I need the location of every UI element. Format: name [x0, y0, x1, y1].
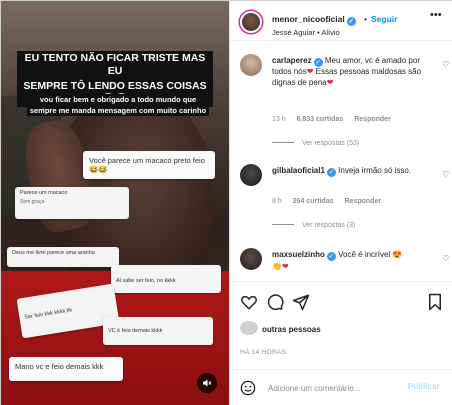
hate-message-text: Mano vc e feio demais kkk — [15, 362, 104, 371]
comments-list: carlaperez ✓ Meu amor, vc é amado por tod… — [230, 42, 452, 278]
comment-meta: 13 h 6.833 curtidas Responder — [272, 116, 400, 123]
red-heart-emoji-icon: ❤ — [281, 262, 289, 271]
post-header: menor_nicooficial ✓ • Seguir Jessé Aguiar… — [230, 1, 452, 41]
hate-message-text: VC é feio demais kkkk — [108, 328, 163, 334]
video-player[interactable]: EU TENTO NÃO FICAR TRISTE MAS EU SEMPRE … — [1, 1, 229, 405]
reply-button[interactable]: Responder — [345, 198, 382, 205]
verified-icon: ✓ — [326, 252, 336, 261]
hate-message-text: Ai sabe ser feio, no kkkk — [116, 278, 176, 284]
video-subcaption: vou ficar bem e obrigado a todo mundo qu… — [23, 94, 213, 116]
comment-likes-count[interactable]: 6.833 curtidas — [297, 116, 344, 123]
hate-message-text: Você parece um macaco preto feio 😂😂 — [89, 156, 205, 174]
speaker-muted-icon — [202, 379, 212, 391]
video-caption-line1: EU TENTO NÃO FICAR TRISTE MAS EU — [17, 51, 213, 79]
mute-toggle-button[interactable] — [197, 373, 217, 393]
comment-time: 8 h — [272, 198, 282, 205]
comment-body: gilbalaoficial1 ✓ Inveja irmão só isso. — [272, 166, 432, 177]
hate-message-card: Ai sabe ser feio, no kkkk — [111, 265, 221, 293]
hate-message-text: Deus me livre parece uma aranha — [12, 250, 95, 256]
verified-icon: ✓ — [346, 17, 356, 26]
hate-message-card: VC é feio demais kkkk — [103, 317, 213, 345]
post-details-panel: menor_nicooficial ✓ • Seguir Jessé Aguiar… — [229, 1, 452, 405]
reply-button[interactable]: Responder — [354, 116, 391, 123]
likes-text: outras pessoas — [262, 325, 321, 334]
comment-time: 13 h — [272, 116, 286, 123]
comment-input[interactable] — [268, 381, 398, 395]
like-heart-icon[interactable] — [240, 293, 258, 311]
post-audio-subtitle[interactable]: Jessé Aguiar • Alívio — [272, 28, 340, 37]
comment-meta: 8 h 264 curtidas Responder — [272, 198, 390, 205]
video-subcaption-line2: sempre me manda mensagem com muito carin… — [26, 105, 210, 116]
author-username[interactable]: menor_nicooficial ✓ — [272, 14, 356, 26]
hate-message-card: Deus me livre parece uma aranha — [7, 247, 119, 267]
hate-message-card: Você parece um macaco preto feio 😂😂 — [83, 151, 215, 179]
post-actions-bar — [230, 281, 452, 321]
view-replies-button[interactable]: Ver respostas (53) — [272, 140, 359, 147]
like-comment-heart-icon[interactable]: ♡ — [442, 60, 449, 69]
comment-text-a: Inveja irmão só isso. — [338, 166, 412, 175]
video-caption-line2: SEMPRE TÔ LENDO ESSAS COISAS — [23, 80, 207, 92]
like-comment-heart-icon[interactable]: ♡ — [442, 170, 449, 179]
likes-summary[interactable]: outras pessoas — [240, 321, 450, 339]
red-heart-emoji-icon: ❤ — [326, 77, 334, 87]
like-comment-heart-icon[interactable]: ♡ — [442, 254, 449, 263]
share-send-icon[interactable] — [292, 293, 310, 311]
comment-text-a: Você é incrível — [338, 250, 391, 259]
post-comment-button[interactable]: Publicar — [408, 382, 440, 391]
hate-message-subtext: Sem graça — [20, 199, 45, 205]
commenter-avatar[interactable] — [240, 248, 262, 270]
comment-bubble-icon[interactable] — [266, 293, 284, 311]
save-bookmark-icon[interactable] — [426, 293, 444, 311]
hate-message-card: Mano vc e feio demais kkk — [9, 357, 123, 381]
author-avatar[interactable] — [240, 11, 262, 33]
commenter-avatar[interactable] — [240, 54, 262, 76]
video-subcaption-line1: vou ficar bem e obrigado a todo mundo qu… — [36, 94, 200, 105]
verified-icon: ✓ — [313, 58, 323, 67]
hate-message-text: Ser feio kkk kkkk kk — [24, 307, 73, 321]
instagram-post-window: EU TENTO NÃO FICAR TRISTE MAS EU SEMPRE … — [0, 0, 452, 405]
commenter-avatar[interactable] — [240, 164, 262, 186]
comment-body: maxsuelzinho ✓ Você é incrível 😍 — [272, 250, 432, 261]
commenter-username[interactable]: gilbalaoficial1 — [272, 166, 325, 175]
emoji-reaction-row: 👏❤ — [272, 262, 289, 271]
comment-item: carlaperez ✓ Meu amor, vc é amado por tod… — [240, 54, 450, 164]
hate-message-text: Parece um macaco — [20, 190, 68, 196]
post-timestamp[interactable]: HÁ 14 HORAS — [240, 349, 286, 356]
add-comment-bar: Publicar — [230, 369, 452, 405]
liker-avatar — [240, 321, 258, 335]
comment-body: carlaperez ✓ Meu amor, vc é amado por tod… — [272, 56, 432, 88]
comment-likes-count[interactable]: 264 curtidas — [293, 198, 334, 205]
comment-item: maxsuelzinho ✓ Você é incrível 😍 👏❤ ♡ — [240, 248, 450, 278]
emoji-picker-icon[interactable] — [240, 380, 256, 396]
hate-message-card: Parece um macaco Sem graça — [15, 187, 129, 219]
commenter-username[interactable]: carlaperez — [272, 56, 312, 65]
hands-emoji-icon: 👏 — [272, 262, 282, 271]
view-replies-button[interactable]: Ver respostas (3) — [272, 222, 355, 229]
replies-divider — [272, 224, 294, 225]
follow-button[interactable]: Seguir — [371, 14, 397, 24]
replies-divider — [272, 142, 294, 143]
more-options-icon[interactable]: ••• — [430, 9, 442, 21]
verified-icon: ✓ — [326, 168, 336, 177]
commenter-username[interactable]: maxsuelzinho — [272, 250, 325, 259]
heart-eyes-emoji-icon: 😍 — [392, 250, 403, 259]
separator-dot: • — [364, 14, 367, 24]
comment-item: gilbalaoficial1 ✓ Inveja irmão só isso. ♡… — [240, 164, 450, 234]
